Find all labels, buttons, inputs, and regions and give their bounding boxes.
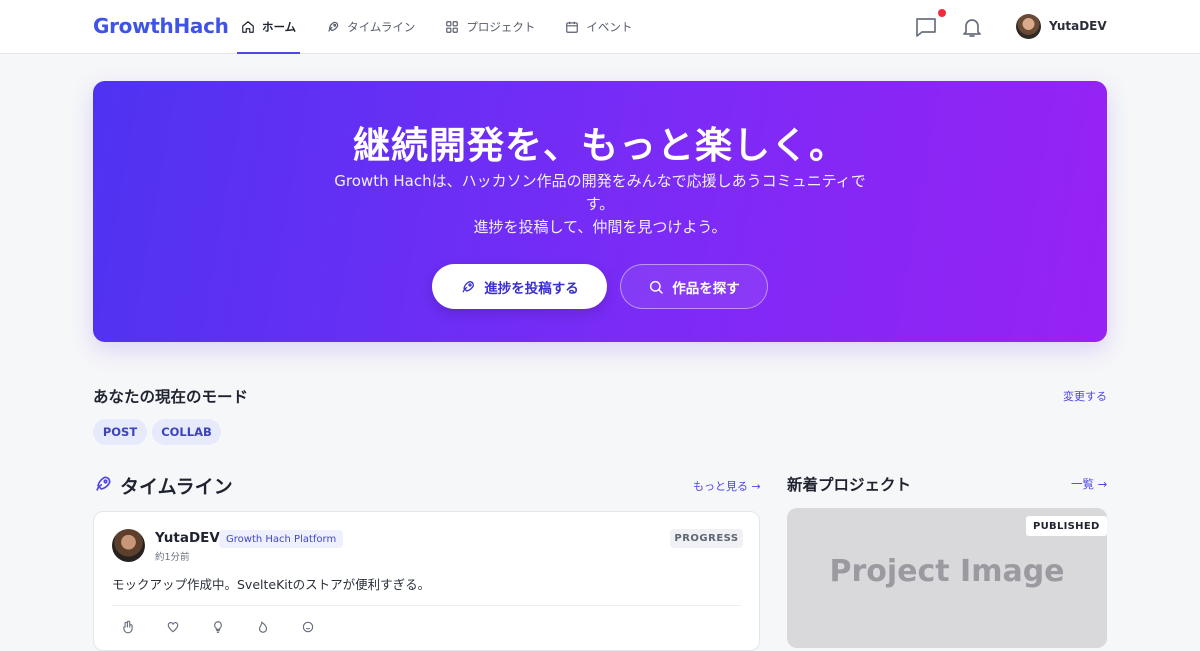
post-project-badge[interactable]: Growth Hach Platform (219, 530, 344, 548)
rocket-icon (96, 476, 111, 491)
post-divider (112, 605, 741, 606)
change-mode-link[interactable]: 変更する (1063, 388, 1107, 404)
emoji-icon[interactable] (301, 620, 315, 634)
top-navigation-bar: GrowthHach ホーム タイムライン プロジェクト イベント YutaDE… (0, 0, 1200, 54)
post-progress-button[interactable]: 進捗を投稿する (432, 264, 607, 309)
project-card[interactable]: Project Image PUBLISHED (787, 508, 1107, 648)
rocket-icon (328, 21, 339, 32)
user-avatar[interactable] (1016, 14, 1041, 39)
bell-icon[interactable] (960, 15, 984, 39)
new-projects-list-link[interactable]: 一覧 → (1071, 476, 1107, 492)
nav-label: ホーム (262, 20, 297, 34)
rocket-icon (462, 280, 475, 292)
hero-banner: 継続開発を、もっと楽しく。 Growth Hachは、ハッカソン作品の開発をみん… (93, 81, 1107, 342)
clap-icon[interactable] (121, 620, 135, 634)
home-icon (242, 21, 254, 33)
nav-item-projects[interactable]: プロジェクト (441, 0, 539, 54)
hero-subtitle-line2: 進捗を投稿して、仲間を見つけよう。 (473, 218, 727, 236)
user-name[interactable]: YutaDEV (1049, 19, 1107, 33)
nav-item-timeline[interactable]: タイムライン (322, 0, 419, 54)
post-status-badge: PROGRESS (670, 529, 743, 548)
main-nav: ホーム タイムライン プロジェクト イベント (237, 0, 658, 54)
heart-icon[interactable] (166, 620, 180, 634)
timeline-title: タイムライン (120, 476, 233, 498)
lightbulb-icon[interactable] (211, 620, 225, 634)
timeline-more-link[interactable]: もっと見る → (693, 478, 761, 494)
post-author-avatar[interactable] (112, 529, 145, 562)
mode-section-title: あなたの現在のモード (93, 388, 249, 406)
nav-item-events[interactable]: イベント (561, 0, 636, 54)
project-status-badge: PUBLISHED (1026, 516, 1107, 536)
mode-chip-collab: COLLAB (152, 419, 221, 445)
notification-dot (938, 9, 946, 17)
timeline-post-card[interactable]: YutaDEV Growth Hach Platform 約1分前 PROGRE… (93, 511, 760, 651)
nav-label: イベント (586, 20, 633, 34)
nav-label: タイムライン (347, 20, 416, 34)
nav-label: プロジェクト (466, 20, 536, 34)
post-author-name[interactable]: YutaDEV (155, 530, 220, 546)
button-label: 作品を探す (672, 280, 740, 297)
mode-chip-post: POST (93, 419, 147, 445)
post-body: モックアップ作成中。SvelteKitのストアが便利すぎる。 (112, 577, 431, 592)
search-projects-button[interactable]: 作品を探す (620, 264, 768, 309)
hero-subtitle-line1: Growth Hachは、ハッカソン作品の開発をみんなで応援しあうコミュニティで… (334, 172, 866, 213)
calendar-icon (566, 21, 579, 33)
new-projects-title: 新着プロジェクト (787, 476, 912, 494)
fire-icon[interactable] (256, 620, 270, 634)
project-image-placeholder: Project Image (829, 554, 1065, 589)
hero-title: 継続開発を、もっと楽しく。 (353, 124, 847, 167)
message-icon[interactable] (914, 15, 938, 39)
post-timestamp: 約1分前 (155, 552, 190, 563)
grid-icon (446, 21, 459, 33)
nav-item-home[interactable]: ホーム (237, 0, 301, 54)
hero-subtitle: Growth Hachは、ハッカソン作品の開発をみんなで応援しあうコミュニティで… (323, 170, 877, 239)
search-icon (650, 280, 663, 294)
app-logo[interactable]: GrowthHach (93, 14, 229, 38)
button-label: 進捗を投稿する (484, 280, 579, 297)
